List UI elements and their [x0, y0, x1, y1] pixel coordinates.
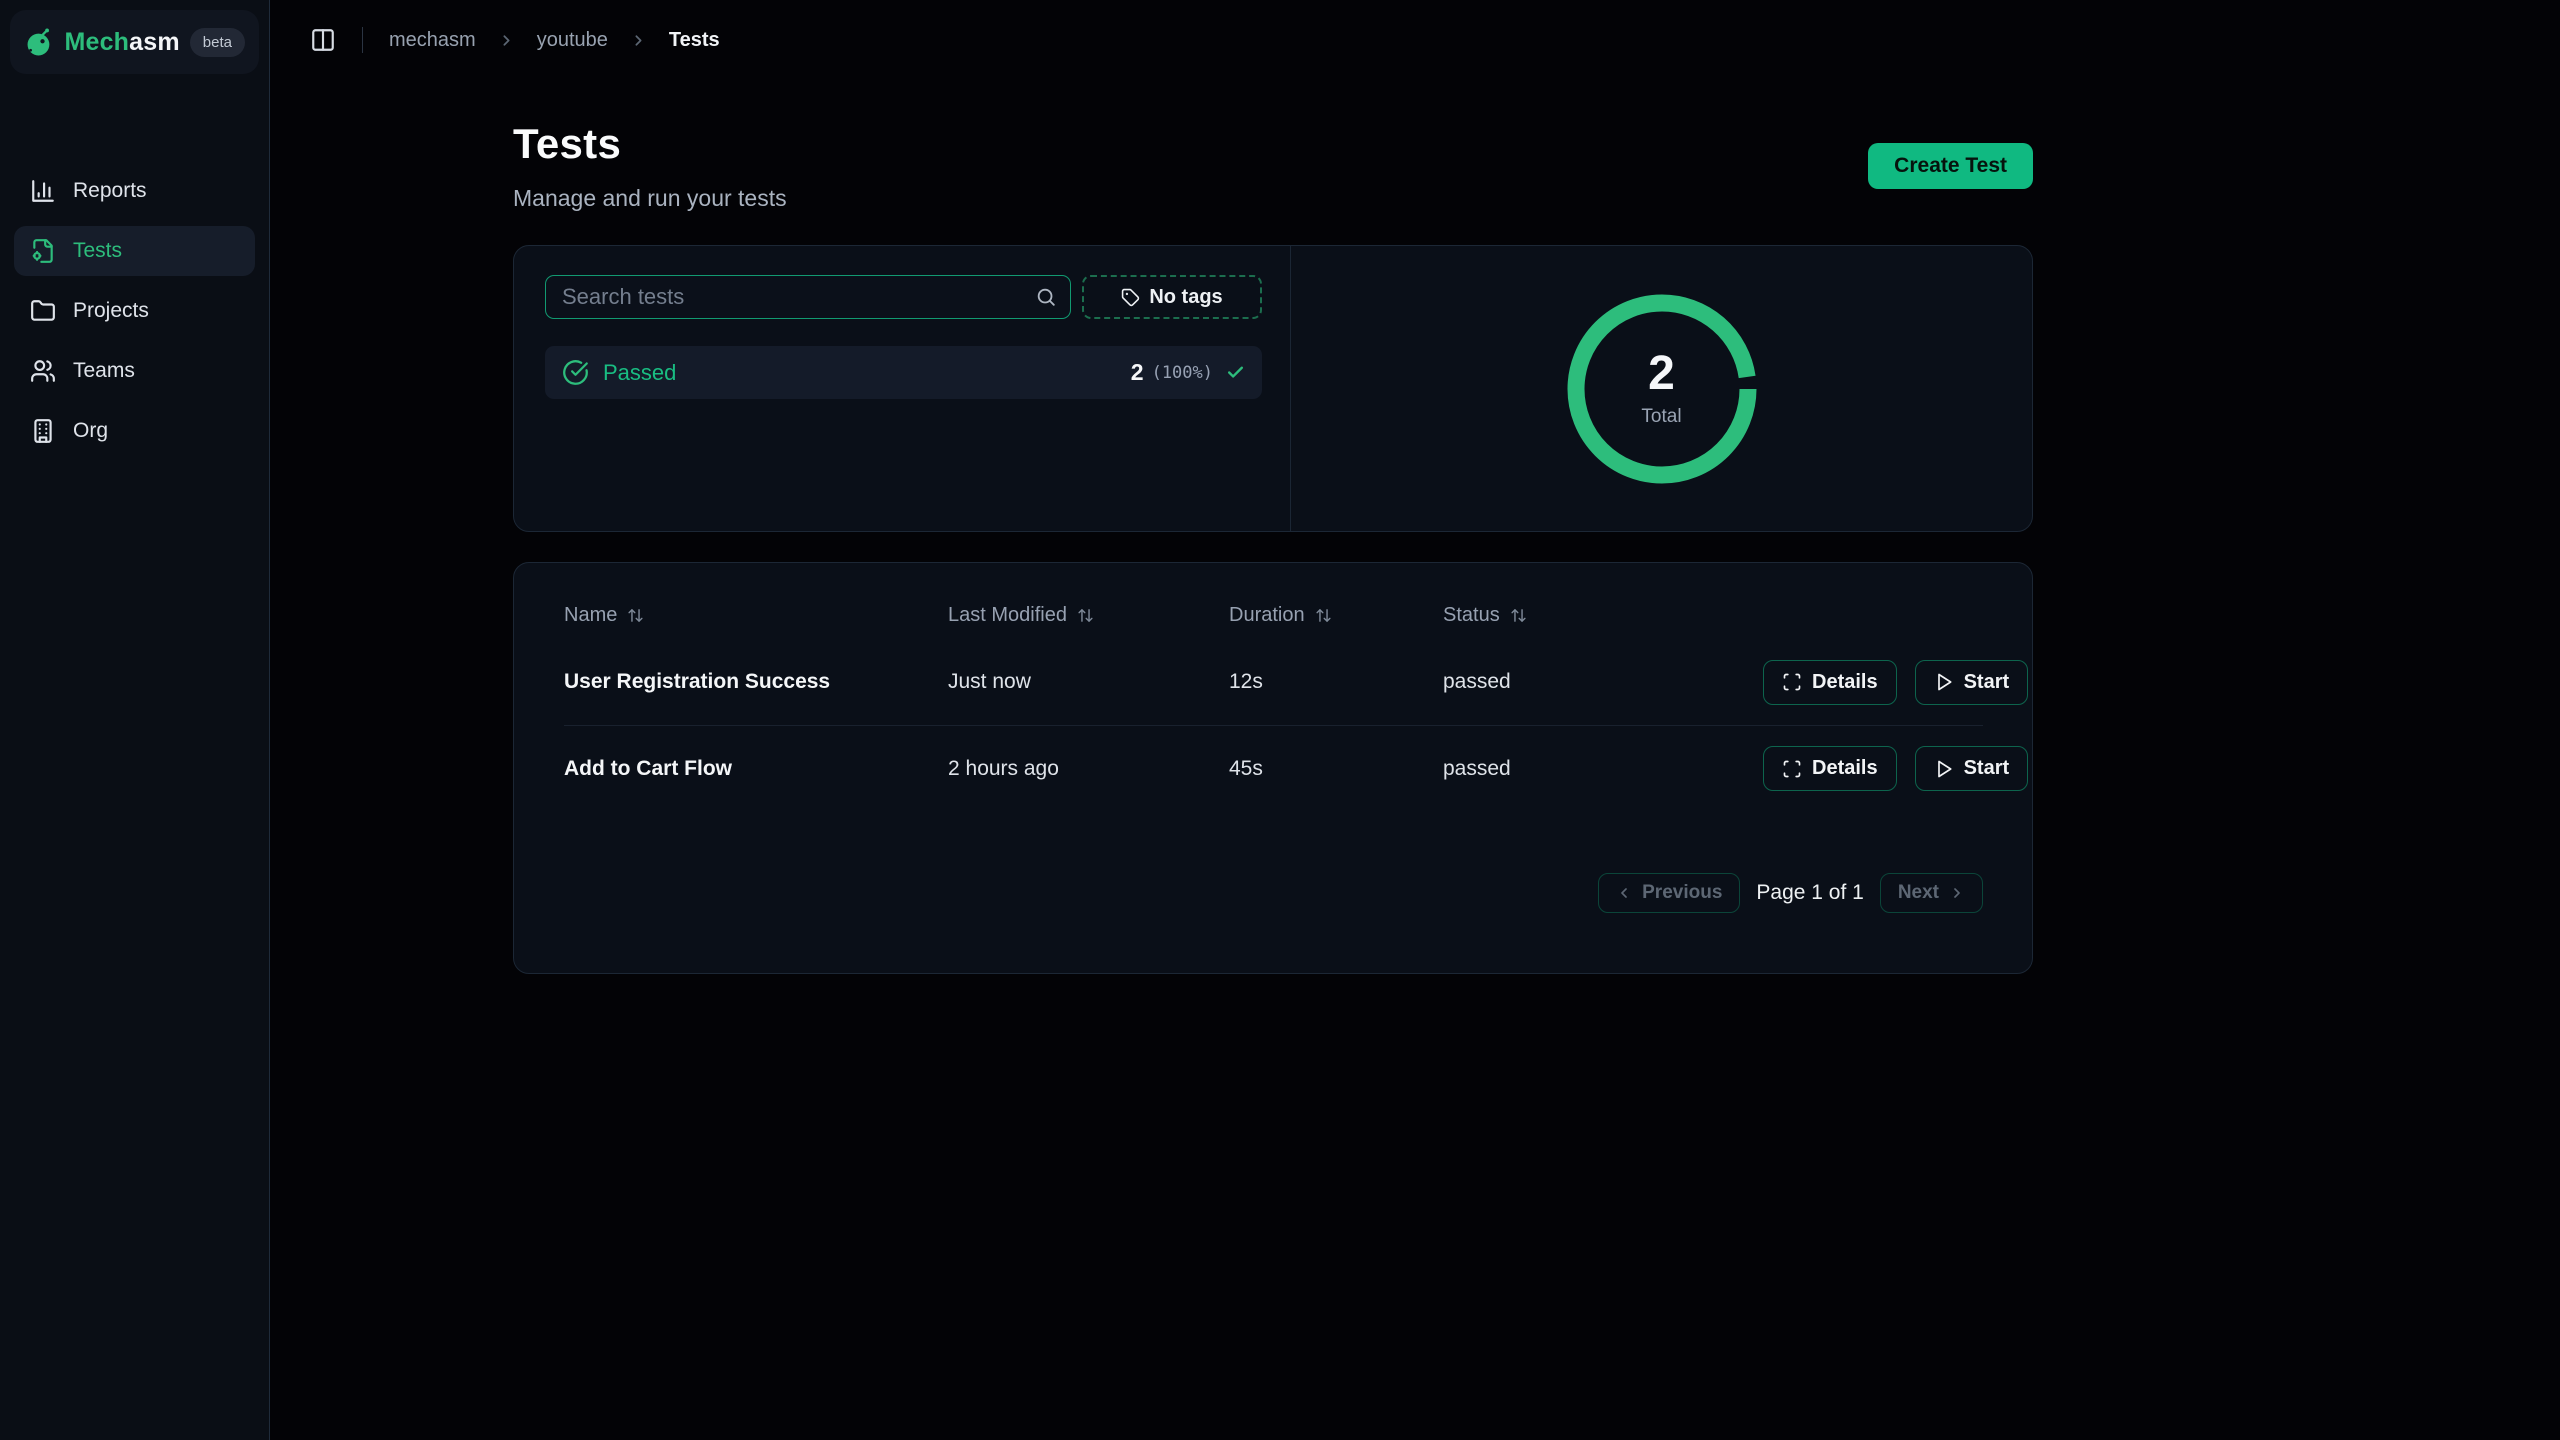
table-header-row: Name Last Modified Duration Status — [564, 591, 1983, 639]
column-label: Last Modified — [948, 604, 1067, 627]
page-title: Tests — [513, 120, 787, 168]
breadcrumb-item-youtube[interactable]: youtube — [537, 29, 608, 52]
search-input[interactable] — [545, 275, 1071, 319]
table-row[interactable]: Add to Cart Flow 2 hours ago 45s passed … — [564, 725, 1983, 811]
topbar: mechasm youtube Tests — [270, 0, 2560, 80]
passed-summary-row[interactable]: Passed 2 (100%) — [545, 346, 1262, 399]
column-header-status[interactable]: Status — [1443, 604, 1763, 627]
donut-total-label: Total — [1641, 406, 1681, 428]
chevron-right-icon — [630, 32, 647, 49]
test-status: passed — [1443, 757, 1763, 781]
summary-panel-left: No tags Passed 2 (100%) — [514, 246, 1291, 531]
passed-label: Passed — [603, 360, 676, 386]
sidebar-item-tests[interactable]: Tests — [14, 226, 255, 276]
sidebar: Mechasm beta Reports Tests Projects Team… — [0, 0, 270, 1440]
test-name: User Registration Success — [564, 670, 948, 694]
summary-panel: No tags Passed 2 (100%) — [513, 245, 2033, 532]
folder-icon — [30, 298, 56, 324]
users-icon — [30, 358, 56, 384]
test-duration: 45s — [1229, 757, 1443, 781]
results-donut-chart: 2 Total — [1557, 284, 1767, 494]
breadcrumb-item-tests: Tests — [669, 29, 720, 52]
table-row[interactable]: User Registration Success Just now 12s p… — [564, 639, 1983, 725]
sort-icon — [1077, 607, 1094, 624]
tests-table-panel: Name Last Modified Duration Status — [513, 562, 2033, 974]
chevron-left-icon — [1616, 885, 1632, 901]
sidebar-item-projects[interactable]: Projects — [14, 286, 255, 336]
test-name: Add to Cart Flow — [564, 757, 948, 781]
next-label: Next — [1898, 882, 1939, 904]
sidebar-item-label: Org — [73, 419, 108, 443]
check-icon — [1226, 363, 1245, 382]
previous-label: Previous — [1642, 882, 1722, 904]
details-button[interactable]: Details — [1763, 660, 1897, 705]
donut-total-value: 2 — [1648, 350, 1675, 398]
search-icon[interactable] — [1035, 286, 1057, 308]
page-header: Tests Manage and run your tests Create T… — [513, 120, 2033, 212]
sidebar-item-teams[interactable]: Teams — [14, 346, 255, 396]
topbar-divider — [362, 27, 363, 53]
details-label: Details — [1812, 757, 1878, 780]
tags-filter-chip[interactable]: No tags — [1082, 275, 1262, 319]
breadcrumb: mechasm youtube Tests — [389, 29, 720, 52]
scan-icon — [1782, 759, 1802, 779]
column-header-name[interactable]: Name — [564, 604, 948, 627]
pagination: Previous Page 1 of 1 Next — [564, 873, 1983, 913]
sort-icon — [627, 607, 644, 624]
summary-panel-right: 2 Total — [1291, 246, 2032, 531]
column-label: Name — [564, 604, 617, 627]
page-indicator: Page 1 of 1 — [1756, 881, 1863, 905]
tag-icon — [1121, 288, 1140, 307]
passed-percent: (100%) — [1152, 363, 1213, 383]
bar-chart-icon — [30, 178, 56, 204]
file-gear-icon — [30, 238, 56, 264]
details-label: Details — [1812, 671, 1878, 694]
column-label: Status — [1443, 604, 1500, 627]
create-test-button[interactable]: Create Test — [1868, 143, 2033, 189]
sidebar-item-label: Teams — [73, 359, 135, 383]
test-last-modified: 2 hours ago — [948, 757, 1229, 781]
chevron-right-icon — [1949, 885, 1965, 901]
sidebar-item-org[interactable]: Org — [14, 406, 255, 456]
scan-icon — [1782, 672, 1802, 692]
test-status: passed — [1443, 670, 1763, 694]
beta-badge: beta — [190, 28, 245, 57]
column-header-duration[interactable]: Duration — [1229, 604, 1443, 627]
start-button[interactable]: Start — [1915, 746, 2029, 791]
tags-filter-label: No tags — [1149, 286, 1222, 309]
next-page-button[interactable]: Next — [1880, 873, 1983, 913]
start-button[interactable]: Start — [1915, 660, 2029, 705]
brand-name: Mechasm — [64, 28, 179, 57]
sort-icon — [1510, 607, 1527, 624]
test-duration: 12s — [1229, 670, 1443, 694]
sidebar-nav: Reports Tests Projects Teams Org — [0, 166, 269, 456]
sidebar-item-label: Tests — [73, 239, 122, 263]
circle-check-icon — [562, 359, 589, 386]
test-last-modified: Just now — [948, 670, 1229, 694]
column-header-last-modified[interactable]: Last Modified — [948, 604, 1229, 627]
passed-count: 2 — [1131, 359, 1144, 386]
page-subtitle: Manage and run your tests — [513, 184, 787, 212]
start-label: Start — [1964, 757, 2010, 780]
start-label: Start — [1964, 671, 2010, 694]
sidebar-item-reports[interactable]: Reports — [14, 166, 255, 216]
sidebar-item-label: Reports — [73, 179, 147, 203]
column-label: Duration — [1229, 604, 1305, 627]
play-icon — [1934, 672, 1954, 692]
sort-icon — [1315, 607, 1332, 624]
brand-logo-card[interactable]: Mechasm beta — [10, 10, 259, 74]
previous-page-button[interactable]: Previous — [1598, 873, 1740, 913]
breadcrumb-item-mechasm[interactable]: mechasm — [389, 29, 476, 52]
play-icon — [1934, 759, 1954, 779]
details-button[interactable]: Details — [1763, 746, 1897, 791]
building-icon — [30, 418, 56, 444]
sidebar-toggle-icon[interactable] — [310, 27, 336, 53]
main-content: Tests Manage and run your tests Create T… — [270, 80, 2560, 974]
chevron-right-icon — [498, 32, 515, 49]
sidebar-item-label: Projects — [73, 299, 149, 323]
robot-logo-icon — [24, 24, 54, 60]
